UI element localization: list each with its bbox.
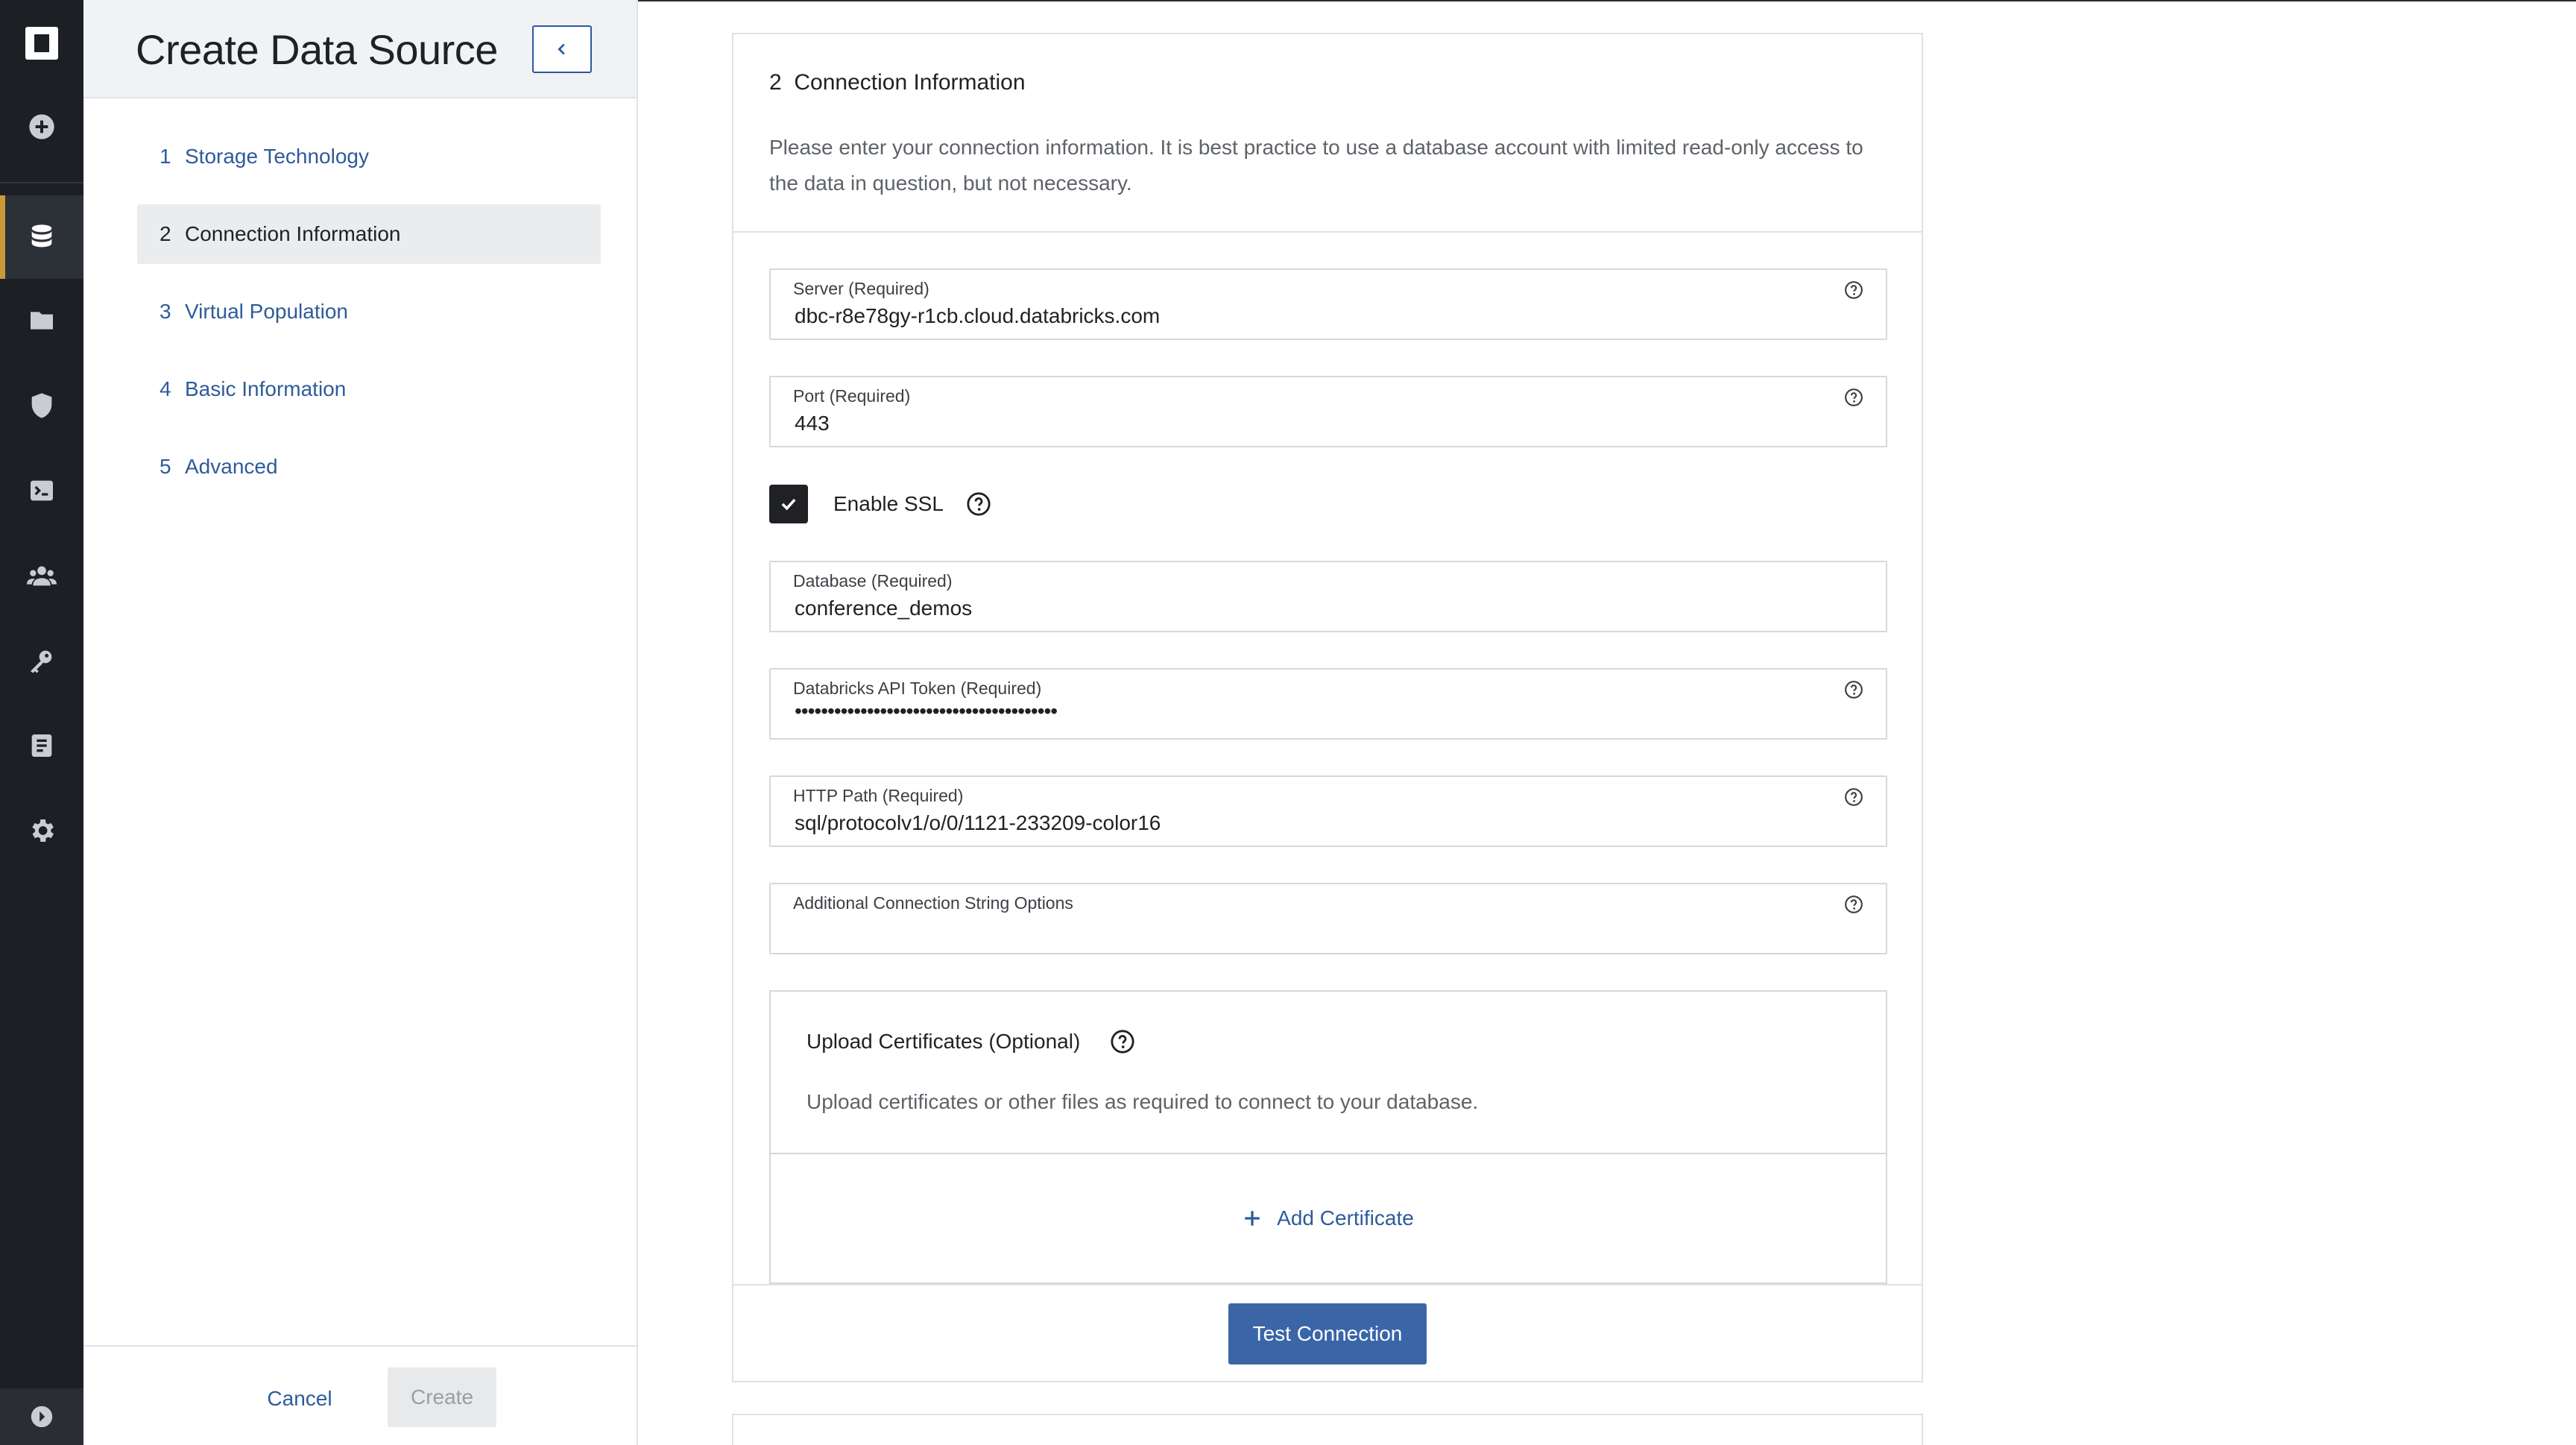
- additional-options-field[interactable]: Additional Connection String Options: [769, 883, 1887, 954]
- http-path-value: sql/protocolv1/o/0/1121-233209-color16: [795, 811, 1161, 834]
- logo-icon[interactable]: [25, 27, 58, 60]
- database-value: conference_demos: [795, 596, 973, 620]
- http-path-field[interactable]: HTTP Path (Required) sql/protocolv1/o/0/…: [769, 775, 1887, 847]
- server-label: Server (Required): [793, 279, 929, 298]
- step-number: 1: [160, 145, 171, 168]
- port-value: 443: [795, 412, 830, 435]
- icon-rail: [0, 0, 83, 1445]
- help-icon[interactable]: [1844, 895, 1863, 914]
- help-icon[interactable]: [1844, 280, 1863, 300]
- server-field[interactable]: Server (Required) dbc-r8e78gy-r1cb.cloud…: [769, 268, 1887, 340]
- section-description: Please enter your connection information…: [769, 136, 1863, 195]
- connection-card: 2 Connection Information Please enter yo…: [732, 33, 1923, 1382]
- card-header: 2 Connection Information Please enter yo…: [733, 34, 1922, 233]
- wizard-steps: 1 Storage Technology 2 Connection Inform…: [137, 127, 601, 514]
- step-label: Advanced: [185, 455, 278, 478]
- folder-icon[interactable]: [0, 279, 83, 362]
- cancel-button[interactable]: Cancel: [240, 1369, 359, 1429]
- step-label: Connection Information: [185, 222, 401, 245]
- enable-ssl-checkbox[interactable]: [769, 485, 808, 523]
- key-icon[interactable]: [0, 619, 83, 702]
- terminal-icon[interactable]: [0, 449, 83, 532]
- wizard-header: Create Data Source: [83, 0, 637, 98]
- check-icon: [781, 498, 796, 511]
- step-storage-technology[interactable]: 1 Storage Technology: [137, 127, 601, 186]
- help-icon[interactable]: [966, 491, 991, 517]
- port-field[interactable]: Port (Required) 443: [769, 376, 1887, 447]
- upload-header: Upload Certificates (Optional) Upload ce…: [771, 992, 1886, 1154]
- step-number: 4: [160, 377, 171, 400]
- page-title: Create Data Source: [136, 26, 498, 73]
- step-label: Basic Information: [185, 377, 347, 400]
- chevron-left-icon: [558, 43, 565, 55]
- create-button[interactable]: Create: [388, 1367, 496, 1427]
- enable-ssl-row: Enable SSL: [769, 483, 991, 525]
- step-advanced[interactable]: 5 Advanced: [137, 437, 601, 497]
- collapse-panel-button[interactable]: [532, 25, 592, 73]
- upload-title: Upload Certificates (Optional): [806, 1029, 1135, 1054]
- next-section-card: [732, 1414, 1923, 1445]
- step-number: 2: [160, 222, 171, 245]
- step-number: 3: [160, 300, 171, 323]
- api-token-field[interactable]: Databricks API Token (Required) ••••••••…: [769, 668, 1887, 740]
- document-icon[interactable]: [0, 704, 83, 787]
- wizard-footer: Cancel Create: [83, 1345, 637, 1445]
- enable-ssl-label: Enable SSL: [833, 492, 944, 515]
- add-icon[interactable]: [0, 85, 83, 169]
- database-field[interactable]: Database (Required) conference_demos: [769, 561, 1887, 632]
- expand-rail-icon[interactable]: [0, 1388, 83, 1445]
- help-icon[interactable]: [1844, 388, 1863, 407]
- additional-options-label: Additional Connection String Options: [793, 893, 1073, 913]
- gear-icon[interactable]: [0, 789, 83, 872]
- section-title: 2 Connection Information: [769, 70, 1026, 95]
- section-title-text: Connection Information: [794, 70, 1026, 95]
- add-certificate-button[interactable]: Add Certificate: [771, 1154, 1886, 1282]
- api-token-label: Databricks API Token (Required): [793, 679, 1042, 698]
- upload-certificates-panel: Upload Certificates (Optional) Upload ce…: [769, 990, 1887, 1284]
- database-icon[interactable]: [0, 195, 83, 279]
- upload-description: Upload certificates or other files as re…: [806, 1090, 1479, 1113]
- plus-icon: [1245, 1211, 1260, 1226]
- step-label: Virtual Population: [185, 300, 348, 323]
- step-virtual-population[interactable]: 3 Virtual Population: [137, 282, 601, 341]
- section-number: 2: [769, 70, 782, 95]
- upload-title-text: Upload Certificates (Optional): [806, 1030, 1081, 1053]
- help-icon[interactable]: [1844, 680, 1863, 699]
- database-label: Database (Required): [793, 571, 953, 591]
- people-icon[interactable]: [0, 534, 83, 617]
- main-content: 2 Connection Information Please enter yo…: [638, 0, 2576, 1445]
- step-label: Storage Technology: [185, 145, 369, 168]
- port-label: Port (Required): [793, 386, 911, 406]
- help-icon[interactable]: [1844, 787, 1863, 807]
- step-connection-information[interactable]: 2 Connection Information: [137, 204, 601, 264]
- step-number: 5: [160, 455, 171, 478]
- help-icon[interactable]: [1110, 1029, 1135, 1054]
- app-window: Create Data Source 1 Storage Technology …: [0, 0, 2576, 1445]
- server-value: dbc-r8e78gy-r1cb.cloud.databricks.com: [795, 304, 1161, 327]
- test-connection-button[interactable]: Test Connection: [1228, 1303, 1427, 1364]
- wizard-panel: Create Data Source 1 Storage Technology …: [83, 0, 638, 1445]
- card-footer: Test Connection: [733, 1284, 1922, 1382]
- shield-icon[interactable]: [0, 364, 83, 447]
- http-path-label: HTTP Path (Required): [793, 786, 964, 805]
- step-basic-information[interactable]: 4 Basic Information: [137, 359, 601, 419]
- api-token-value: ••••••••••••••••••••••••••••••••••••••••: [795, 699, 1058, 722]
- add-certificate-label: Add Certificate: [1277, 1206, 1414, 1230]
